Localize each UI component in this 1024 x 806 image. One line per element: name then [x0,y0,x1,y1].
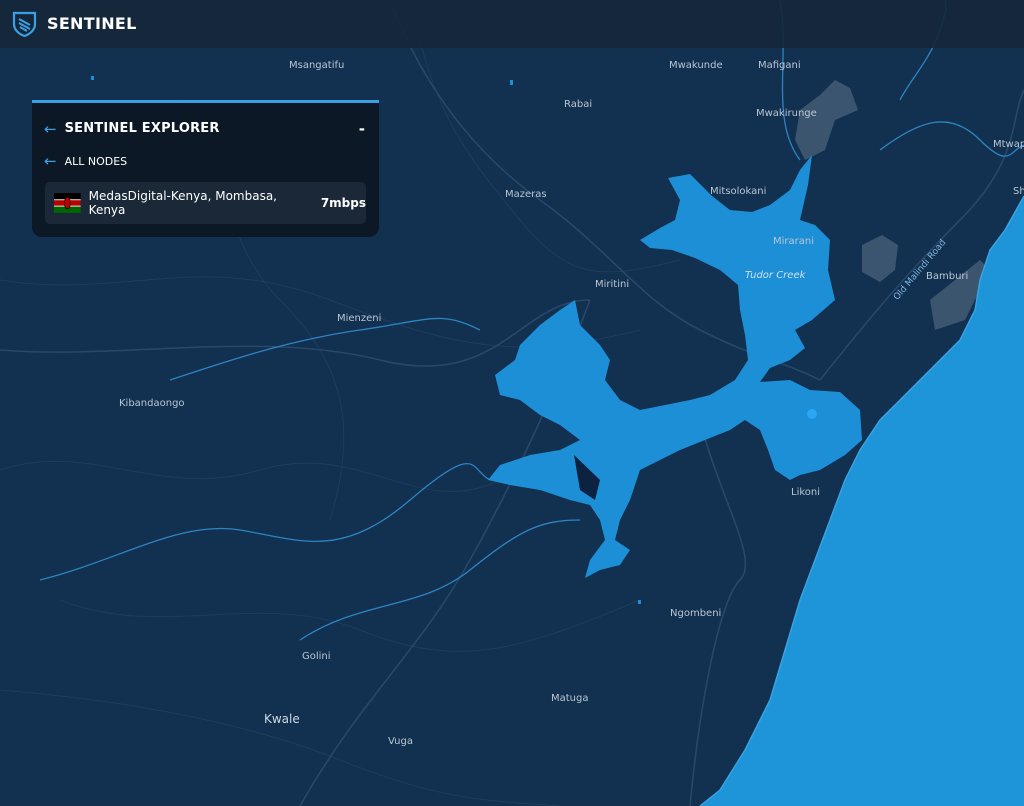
place-label: Rabai [564,99,593,110]
brand[interactable]: SENTINEL [10,9,137,38]
map-view[interactable]: Msangatifu Mwakunde Mafigani Rabai Mwaki… [0,0,1024,806]
explorer-panel: ← SENTINEL EXPLORER - ← ALL NODES MedasD… [32,100,379,237]
place-label: Mitsolokani [710,186,767,197]
node-speed: 7mbps [320,196,366,210]
place-label: Likoni [791,487,821,498]
place-label: Ngombeni [670,608,722,619]
place-label: Matuga [551,693,589,704]
back-arrow-icon[interactable]: ← [44,121,57,136]
sentinel-shield-icon [12,11,37,38]
panel-title: SENTINEL EXPLORER [64,121,220,136]
node-name: MedasDigital-Kenya, Mombasa, Kenya [88,189,277,217]
place-label: Golini [302,651,331,662]
place-label: Miritini [595,279,630,290]
app-name: SENTINEL [47,14,137,33]
top-bar: SENTINEL [0,0,1024,48]
place-label: Sh [1013,186,1024,197]
place-label: Mwakirunge [756,108,817,119]
all-nodes-link[interactable]: ← ALL NODES [44,154,128,169]
place-label: Mwakunde [669,60,723,71]
place-label: Mazeras [505,189,547,200]
water-label: Tudor Creek [745,270,806,281]
place-label: Kibandaongo [119,398,185,409]
place-label: Bamburi [926,271,969,282]
place-label: Mafigani [758,60,801,71]
place-label: Mirarani [773,236,815,247]
place-label: Msangatifu [289,60,345,71]
kenya-flag-icon [54,193,81,213]
collapse-button[interactable]: - [359,120,365,138]
place-label: Kwale [264,712,300,726]
place-label: Mienzeni [337,313,382,324]
place-label: Mtwap [993,139,1024,150]
node-item[interactable]: MedasDigital-Kenya, Mombasa, Kenya 7mbps [45,182,366,224]
node-location-marker[interactable] [807,409,817,419]
all-nodes-label: ALL NODES [64,154,128,168]
back-arrow-icon[interactable]: ← [44,154,57,169]
place-label: Vuga [388,736,413,747]
